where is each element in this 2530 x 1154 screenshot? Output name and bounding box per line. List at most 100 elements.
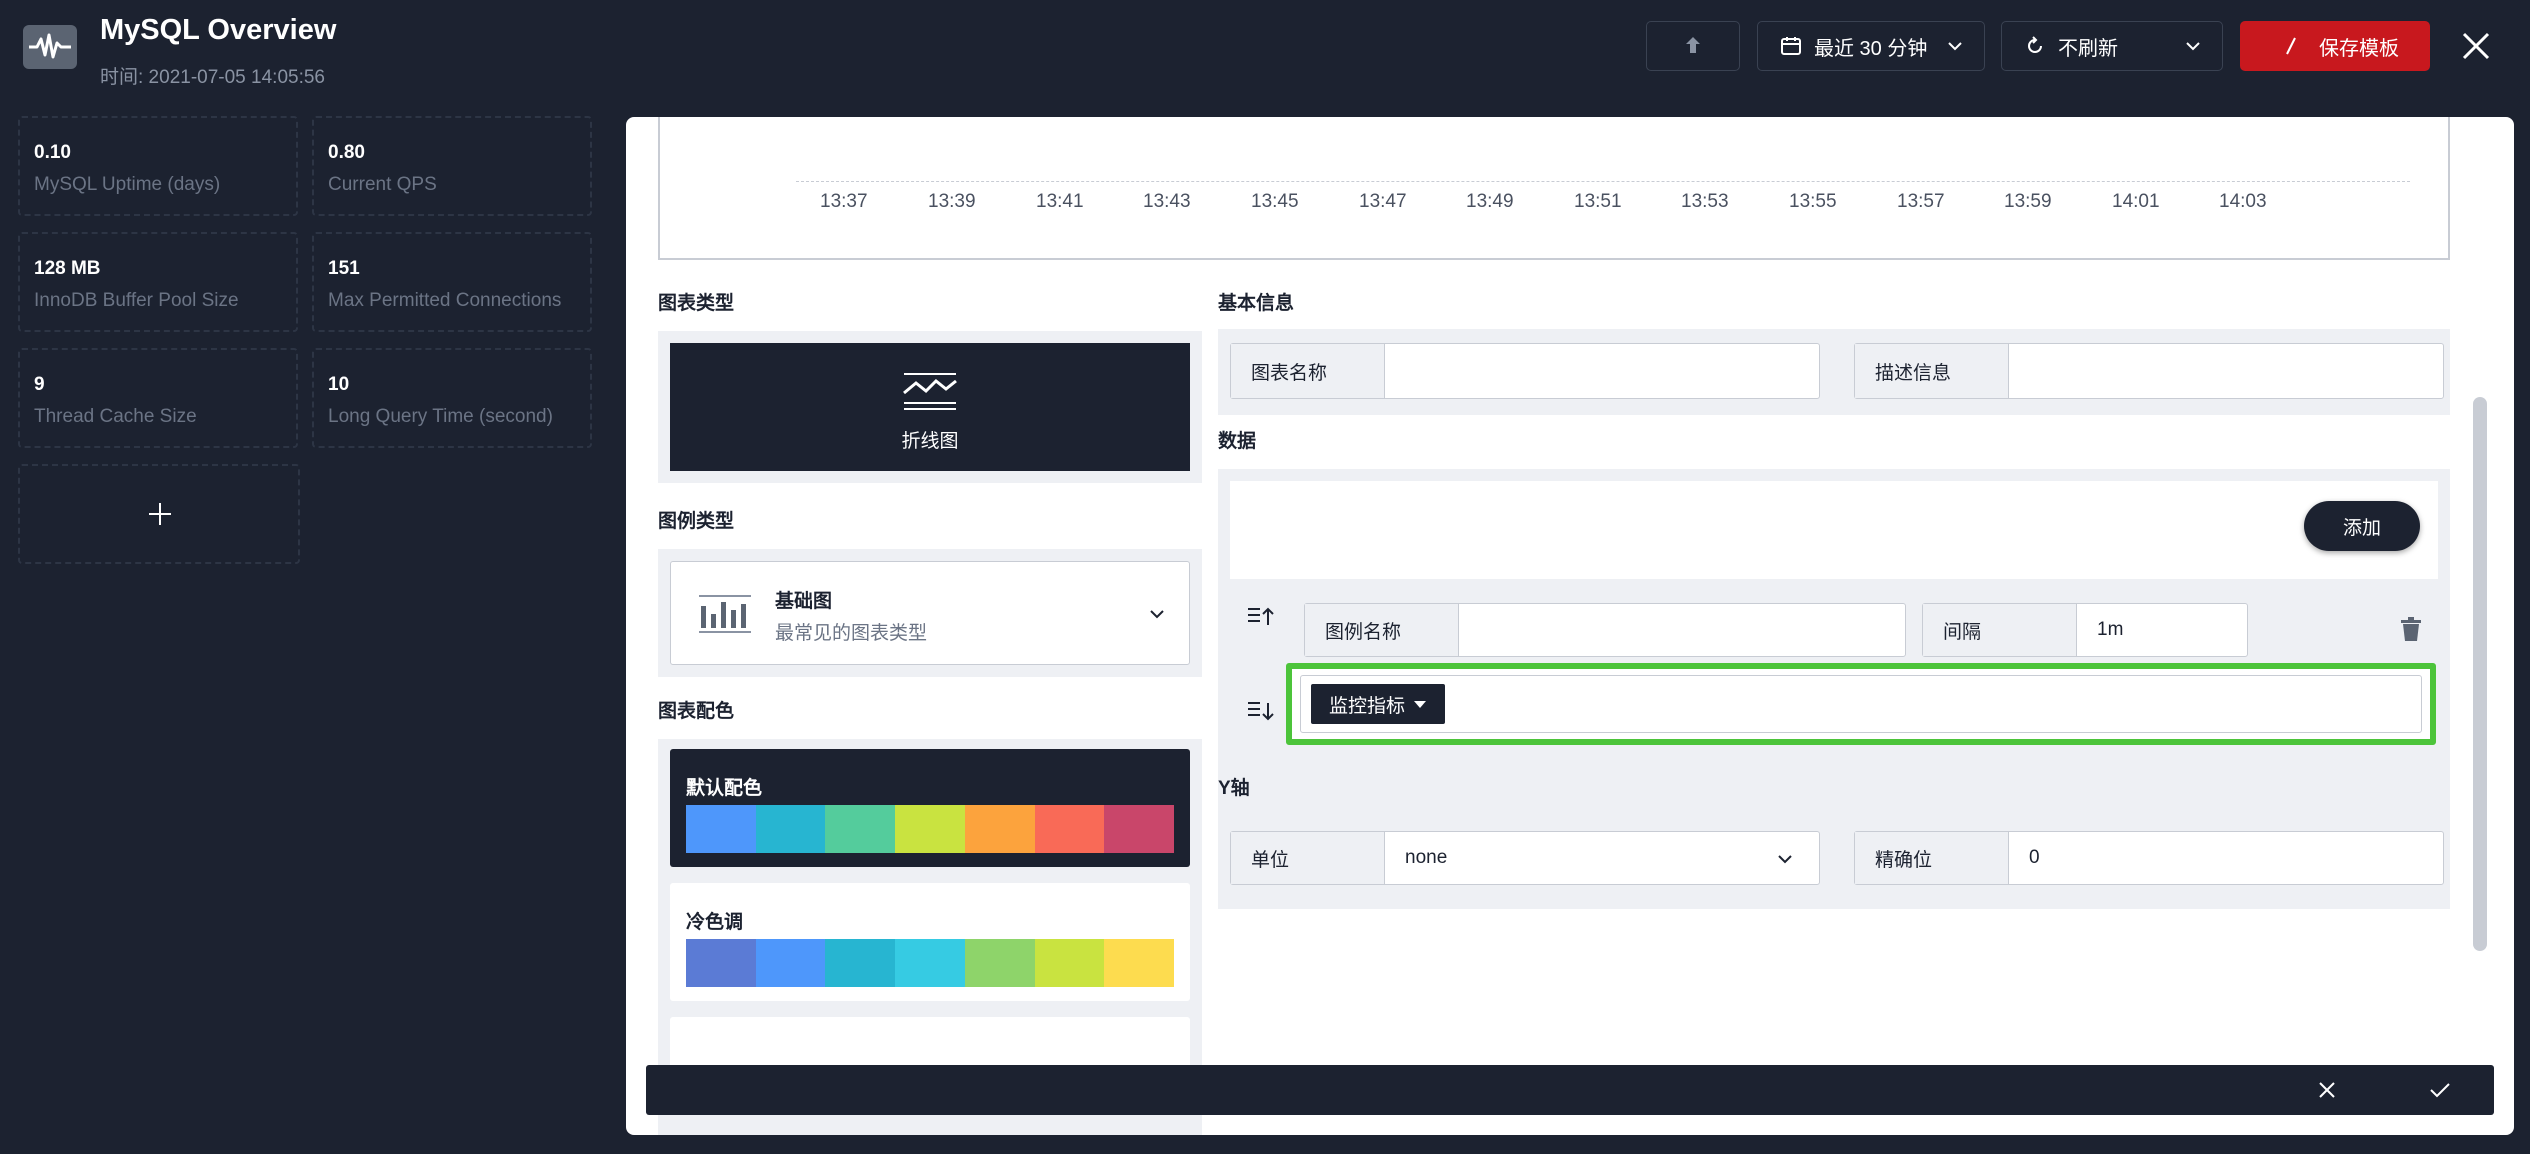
move-down-icon[interactable] <box>1246 699 1276 723</box>
modal-footer <box>646 1065 2494 1115</box>
legend-type-title: 图例类型 <box>658 511 735 532</box>
description-input[interactable] <box>2009 344 2443 398</box>
caret-down-icon <box>1414 701 1427 708</box>
description-label: 描述信息 <box>1855 344 2009 398</box>
y-axis-title: Y轴 <box>1218 778 1250 799</box>
color-swatch <box>1034 939 1105 987</box>
legend-type-desc: 最常见的图表类型 <box>775 623 928 644</box>
stat-value: 10 <box>328 374 350 395</box>
description-field: 描述信息 <box>1854 343 2444 399</box>
color-swatch <box>964 805 1035 853</box>
metric-query-field[interactable]: 监控指标 <box>1286 663 2436 745</box>
stat-value: 151 <box>328 258 360 279</box>
stat-value: 128 MB <box>34 258 101 279</box>
data-title: 数据 <box>1218 431 1257 452</box>
color-swatch <box>1034 805 1105 853</box>
page-title: MySQL Overview <box>100 14 337 46</box>
color-swatch <box>1104 805 1175 853</box>
chart-name-input[interactable] <box>1385 344 1819 398</box>
palette-option-default[interactable]: 默认配色 <box>670 749 1190 867</box>
confirm-icon[interactable] <box>2428 1079 2452 1101</box>
metric-select-dropdown[interactable]: 监控指标 <box>1311 684 1446 724</box>
stat-card[interactable]: 0.10 MySQL Uptime (days) <box>18 116 298 216</box>
refresh-select[interactable]: 不刷新 <box>2001 21 2223 71</box>
interval-label: 间隔 <box>1923 604 2077 656</box>
precision-field: 精确位 0 <box>1854 831 2444 885</box>
add-panel-button[interactable] <box>18 464 300 564</box>
color-swatch <box>686 805 756 853</box>
x-tick-label: 13:51 <box>1574 191 1622 212</box>
interval-input[interactable]: 1m <box>2077 604 2247 656</box>
precision-label: 精确位 <box>1855 832 2009 884</box>
x-tick-label: 13:39 <box>928 191 976 212</box>
legend-name-input[interactable] <box>1459 604 1905 656</box>
stat-label: Thread Cache Size <box>34 406 197 427</box>
legend-name-label: 图例名称 <box>1305 604 1459 656</box>
move-up-icon[interactable] <box>1246 605 1276 629</box>
trash-icon[interactable] <box>2400 617 2422 641</box>
stat-label: Long Query Time (second) <box>328 406 553 427</box>
unit-field: 单位 none <box>1230 831 1820 885</box>
metric-query-input[interactable]: 监控指标 <box>1300 675 2422 733</box>
palette-title: 图表配色 <box>658 701 735 722</box>
x-tick-label: 13:55 <box>1789 191 1837 212</box>
palette-swatches <box>686 805 1175 853</box>
save-template-button[interactable]: 保存模板 <box>2240 21 2430 71</box>
x-tick-label: 13:43 <box>1143 191 1191 212</box>
palette-swatches <box>686 939 1175 987</box>
basic-info-title: 基本信息 <box>1218 293 1295 314</box>
palette-option-cool[interactable]: 冷色调 <box>670 883 1190 1001</box>
line-chart-icon <box>903 373 957 410</box>
color-swatch <box>755 805 826 853</box>
color-swatch <box>895 939 965 987</box>
x-tick-label: 13:41 <box>1036 191 1084 212</box>
chart-preview: 13:37 13:39 13:41 13:43 13:45 13:47 13:4… <box>658 117 2450 260</box>
palette-name: 默认配色 <box>686 778 763 799</box>
legend-name-field: 图例名称 <box>1304 603 1906 657</box>
scrollbar-thumb[interactable] <box>2473 397 2487 951</box>
stat-card[interactable]: 10 Long Query Time (second) <box>312 348 592 448</box>
stat-value: 0.80 <box>328 142 365 163</box>
metric-select-label: 监控指标 <box>1329 695 1406 717</box>
unit-select[interactable]: none <box>1385 832 1819 884</box>
color-swatch <box>964 939 1035 987</box>
close-button[interactable] <box>2456 26 2496 66</box>
legend-type-select[interactable]: 基础图 最常见的图表类型 <box>670 561 1190 665</box>
precision-input[interactable]: 0 <box>2009 832 2443 884</box>
share-icon <box>1686 37 1700 53</box>
x-tick-label: 14:01 <box>2112 191 2160 212</box>
stat-card[interactable]: 128 MB InnoDB Buffer Pool Size <box>18 232 298 332</box>
edit-icon <box>2286 37 2296 55</box>
stat-value: 9 <box>34 374 45 395</box>
legend-type-name: 基础图 <box>775 591 833 612</box>
panel-editor-modal: 13:37 13:39 13:41 13:43 13:45 13:47 13:4… <box>626 117 2514 1135</box>
share-button[interactable] <box>1646 21 1740 71</box>
interval-field: 间隔 1m <box>1922 603 2248 657</box>
bar-chart-icon <box>699 595 751 633</box>
x-tick-label: 13:45 <box>1251 191 1299 212</box>
calendar-icon <box>1781 37 1801 55</box>
time-range-select[interactable]: 最近 30 分钟 <box>1757 21 1985 71</box>
cancel-icon[interactable] <box>2316 1079 2338 1101</box>
unit-label: 单位 <box>1231 832 1385 884</box>
x-tick-label: 13:57 <box>1897 191 1945 212</box>
preview-axis-line <box>796 181 2410 182</box>
stat-label: MySQL Uptime (days) <box>34 174 221 195</box>
stat-label: InnoDB Buffer Pool Size <box>34 290 239 311</box>
data-toolbar <box>1230 481 2438 579</box>
stat-card[interactable]: 9 Thread Cache Size <box>18 348 298 448</box>
refresh-label: 不刷新 <box>2058 37 2118 60</box>
x-tick-label: 13:59 <box>2004 191 2052 212</box>
stat-card[interactable]: 0.80 Current QPS <box>312 116 592 216</box>
add-query-button[interactable]: 添加 <box>2304 501 2420 551</box>
chart-type-title: 图表类型 <box>658 293 735 314</box>
stat-card[interactable]: 151 Max Permitted Connections <box>312 232 592 332</box>
palette-name: 冷色调 <box>686 912 744 933</box>
refresh-icon <box>2028 36 2042 53</box>
close-icon <box>2462 32 2490 60</box>
color-swatch <box>895 805 965 853</box>
chevron-down-icon <box>2186 42 2200 51</box>
stat-value: 0.10 <box>34 142 71 163</box>
x-tick-label: 13:37 <box>820 191 868 212</box>
unit-value: none <box>1405 847 1448 868</box>
